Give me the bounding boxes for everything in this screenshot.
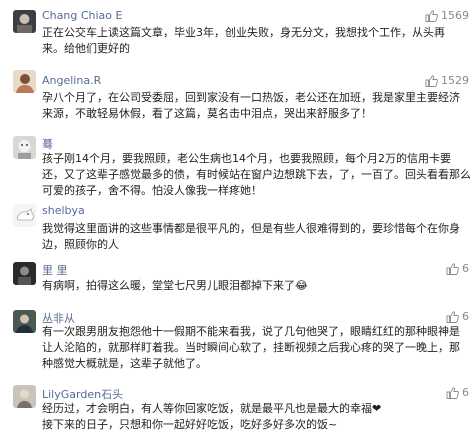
avatar[interactable] [13, 136, 36, 159]
like-count: 6 [462, 262, 469, 275]
like-button[interactable]: 6 [446, 386, 469, 399]
like-button[interactable]: 6 [446, 262, 469, 275]
like-count: 1529 [441, 74, 469, 87]
avatar[interactable] [13, 70, 36, 93]
comment-text: 我觉得这里面讲的这些事情都是很平凡的，但是有些人很难得到的，要珍惜每个在你身 边… [42, 221, 470, 253]
comment-line: 还，又了这辈子感觉最多的债，有时候站在窗户边想跳下去，了，一百了。回头看看那么 [42, 168, 470, 181]
commenter-name[interactable]: Angelina.R [42, 74, 101, 87]
thumbs-up-icon [425, 9, 438, 22]
comment-text: 正在公交车上读这篇文章，毕业3年，创业失败，身无分文，我想找个工作，从头再 来。… [42, 25, 470, 57]
comment-text: 孩子刚14个月，要我照顾，老公生病也14个月，也要我照顾，每个月2万的信用卡要 … [42, 151, 470, 199]
comment-feed: Chang Chiao E 1569 正在公交车上读这篇文章，毕业3年，创业失败… [0, 0, 475, 436]
comment-text: 孕八个月了，在公司受委屈，回到家没有一口热饭，老公还在加班，我是家里主要经济 来… [42, 90, 470, 122]
commenter-name[interactable]: shelbya [42, 204, 85, 217]
comment-item: LilyGarden石头 6 经历过，才会明白，有人等你回家吃饭，就是最平凡也是… [0, 384, 475, 436]
avatar[interactable] [13, 10, 36, 33]
commenter-name[interactable]: 里 里 [42, 262, 68, 278]
commenter-name[interactable]: LilyGarden石头 [42, 386, 123, 402]
comment-text: 经历过，才会明白，有人等你回家吃饭，就是最平凡也是最大的幸福❤ 接下来的日子，只… [42, 401, 470, 433]
comment-line: 可爱的孩子，舍不得。怕没人像我一样疼她！ [42, 184, 262, 197]
comment-text: 有病啊，拍得这么暖，堂堂七尺男儿眼泪都掉下来了😂 [42, 278, 470, 294]
avatar[interactable] [13, 262, 36, 285]
comment-item: Angelina.R 1529 孕八个月了，在公司受委屈，回到家没有一口热饭，老… [0, 62, 475, 128]
comment-line: 来。给他们更好的 [42, 42, 130, 55]
like-button[interactable]: 1569 [425, 9, 469, 22]
comment-item: 丛非从 6 有一次跟男朋友抱怨他十一假期不能来看我，说了几句他哭了，眼睛红红的那… [0, 306, 475, 378]
thumbs-up-icon [446, 262, 459, 275]
comment-line: 来源，不敢轻易休假，看了这篇，莫名击中泪点，哭出来舒服多了！ [42, 107, 372, 120]
commenter-name[interactable]: 蓦 [42, 136, 53, 152]
comment-line: 边，照顾你的人 [42, 238, 119, 251]
avatar[interactable] [13, 204, 36, 227]
like-button[interactable]: 6 [446, 310, 469, 323]
avatar[interactable] [13, 310, 36, 333]
comment-line: 孕八个月了，在公司受委屈，回到家没有一口热饭，老公还在加班，我是家里主要经济 [42, 91, 460, 104]
comment-line: 接下来的日子，只想和你一起好好吃饭，吃好多好多次的饭~ [42, 418, 338, 431]
commenter-name[interactable]: Chang Chiao E [42, 9, 122, 22]
comment-item: shelbya 我觉得这里面讲的这些事情都是很平凡的，但是有些人很难得到的，要珍… [0, 200, 475, 252]
like-count: 6 [462, 310, 469, 323]
like-button[interactable]: 1529 [425, 74, 469, 87]
comment-item: 蓦 孩子刚14个月，要我照顾，老公生病也14个月，也要我照顾，每个月2万的信用卡… [0, 130, 475, 200]
comment-item: 里 里 6 有病啊，拍得这么暖，堂堂七尺男儿眼泪都掉下来了😂 [0, 256, 475, 300]
thumbs-up-icon [446, 310, 459, 323]
comment-line: 有病啊，拍得这么暖，堂堂七尺男儿眼泪都掉下来了😂 [42, 279, 308, 292]
comment-text: 有一次跟男朋友抱怨他十一假期不能来看我，说了几句他哭了，眼睛红红的那种眼神是 让… [42, 324, 470, 372]
comment-line: 我觉得这里面讲的这些事情都是很平凡的，但是有些人很难得到的，要珍惜每个在你身 [42, 222, 460, 235]
comment-line: 有一次跟男朋友抱怨他十一假期不能来看我，说了几句他哭了，眼睛红红的那种眼神是 [42, 325, 460, 338]
comment-line: 正在公交车上读这篇文章，毕业3年，创业失败，身无分文，我想找个工作，从头再 [42, 26, 445, 39]
avatar[interactable] [13, 385, 36, 408]
comment-line: 种感觉大概就是，这辈子就他了。 [42, 357, 207, 370]
comment-line: 经历过，才会明白，有人等你回家吃饭，就是最平凡也是最大的幸福❤ [42, 402, 382, 415]
thumbs-up-icon [425, 74, 438, 87]
comment-item: Chang Chiao E 1569 正在公交车上读这篇文章，毕业3年，创业失败… [0, 0, 475, 60]
thumbs-up-icon [446, 386, 459, 399]
comment-line: 孩子刚14个月，要我照顾，老公生病也14个月，也要我照顾，每个月2万的信用卡要 [42, 152, 451, 165]
like-count: 1569 [441, 9, 469, 22]
comment-line: 让人沦陷的，就那样盯着我。当时瞬间心软了，挂断视频之后我心疼的哭了一晚上，那 [42, 341, 460, 354]
like-count: 6 [462, 386, 469, 399]
